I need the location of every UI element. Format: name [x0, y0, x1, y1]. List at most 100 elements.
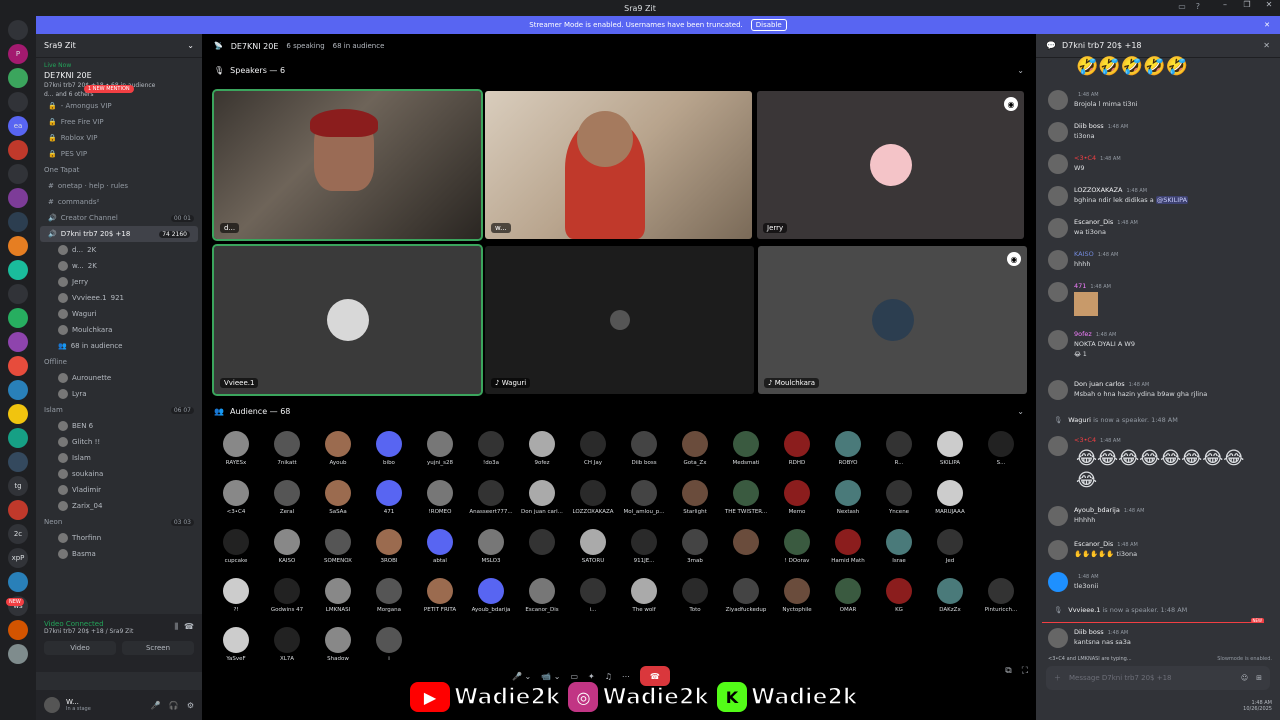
audience-member[interactable]: [722, 529, 770, 558]
audience-member[interactable]: Starlight: [671, 480, 719, 515]
audience-member[interactable]: 9ofez: [518, 431, 566, 466]
audience-member[interactable]: Jed: [926, 529, 974, 564]
voice-user[interactable]: Islam: [36, 450, 202, 466]
speaker-tile[interactable]: ◉ ♪ Moulchkara: [758, 246, 1027, 394]
audience-member[interactable]: Pinturicch...: [977, 578, 1025, 613]
audience-member[interactable]: Escanor_Dis: [518, 578, 566, 613]
server-icon[interactable]: [8, 68, 28, 88]
audience-member[interactable]: KAISO: [263, 529, 311, 564]
audience-member[interactable]: S...: [977, 431, 1025, 466]
audience-member[interactable]: [518, 529, 566, 558]
audience-member[interactable]: Gota_Zx: [671, 431, 719, 466]
fullscreen-icon[interactable]: ⛶: [1022, 666, 1028, 676]
audience-member[interactable]: SKILIPA: [926, 431, 974, 466]
speaker-tile[interactable]: ♪ Waguri: [485, 246, 754, 394]
server-icon[interactable]: [8, 284, 28, 304]
voice-user[interactable]: Basma: [36, 546, 202, 562]
close-icon[interactable]: ✕: [1263, 41, 1270, 50]
channel-item[interactable]: 🔒 PES VIP: [36, 146, 202, 162]
emoji-icon[interactable]: ☺: [1241, 674, 1248, 682]
disconnect-icon[interactable]: ☎: [184, 622, 194, 632]
audience-member[interactable]: Nextash: [824, 480, 872, 515]
voice-user[interactable]: Vvvieee.1 921: [36, 290, 202, 306]
avatar[interactable]: [1048, 218, 1068, 238]
voice-user[interactable]: BEN 6: [36, 418, 202, 434]
voice-user[interactable]: Thorfinn: [36, 530, 202, 546]
audience-member[interactable]: SOMENOX: [314, 529, 362, 564]
avatar[interactable]: [44, 697, 60, 713]
active-stage-channel[interactable]: 🔊 D7kni trb7 20$ +18 74 2160: [40, 226, 198, 242]
server-icon[interactable]: [8, 260, 28, 280]
audience-member[interactable]: The wolf: [620, 578, 668, 613]
audience-member[interactable]: abtal: [416, 529, 464, 564]
audience-member[interactable]: Ziyadfuckedup: [722, 578, 770, 613]
server-icon[interactable]: [8, 404, 28, 424]
voice-user[interactable]: Waguri: [36, 306, 202, 322]
audience-member[interactable]: OMAR: [824, 578, 872, 613]
category-offline[interactable]: Offline: [36, 354, 202, 370]
voice-user[interactable]: Moulchkara: [36, 322, 202, 338]
sticker-image[interactable]: [1074, 292, 1098, 316]
apps-icon[interactable]: ⊞: [1256, 674, 1262, 682]
screen-button[interactable]: Screen: [122, 641, 194, 655]
voice-user[interactable]: Aurounette: [36, 370, 202, 386]
server-icon[interactable]: [8, 20, 28, 40]
server-icon[interactable]: 2c: [8, 524, 28, 544]
audience-member[interactable]: Israe: [875, 529, 923, 564]
audience-member[interactable]: DAKzZx: [926, 578, 974, 613]
add-attachment-icon[interactable]: ＋: [1054, 673, 1061, 683]
voice-user[interactable]: Jerry: [36, 274, 202, 290]
voice-user[interactable]: Zarix_04: [36, 498, 202, 514]
audience-member[interactable]: XL7A: [263, 627, 311, 662]
audience-member[interactable]: 3ROBI: [365, 529, 413, 564]
audience-member[interactable]: Toto: [671, 578, 719, 613]
audience-member[interactable]: Shadow: [314, 627, 362, 662]
audience-member[interactable]: 7nikatt: [263, 431, 311, 466]
channel-item[interactable]: 🔒 - Amongus VIP: [36, 98, 202, 114]
avatar[interactable]: [1048, 380, 1068, 400]
server-icon[interactable]: [8, 428, 28, 448]
avatar[interactable]: [1048, 540, 1068, 560]
server-icon[interactable]: [8, 644, 28, 664]
audience-member[interactable]: LOZZOXAKAZA: [569, 480, 617, 515]
avatar[interactable]: [1048, 122, 1068, 142]
audience-member[interactable]: KG: [875, 578, 923, 613]
headphones-icon[interactable]: 🎧: [169, 701, 179, 710]
avatar[interactable]: [1048, 250, 1068, 270]
voice-user[interactable]: Vladimir: [36, 482, 202, 498]
avatar[interactable]: [1048, 330, 1068, 350]
audience-member[interactable]: 471: [365, 480, 413, 515]
audience-member[interactable]: Ayoub_bdarija: [467, 578, 515, 613]
audience-header[interactable]: 👥 Audience — 68 ⌄: [202, 399, 1036, 423]
audience-member[interactable]: yujni_s28: [416, 431, 464, 466]
server-icon[interactable]: [8, 500, 28, 520]
maximize-button[interactable]: ❐: [1236, 0, 1258, 9]
audience-member[interactable]: Ayoub: [314, 431, 362, 466]
disable-streamer-button[interactable]: Disable: [750, 19, 787, 31]
server-header[interactable]: Sra9 Zit ⌄: [36, 34, 202, 58]
video-button[interactable]: Video: [44, 641, 116, 655]
speaker-tile[interactable]: d...: [212, 89, 483, 241]
server-icon[interactable]: [8, 140, 28, 160]
server-icon[interactable]: [8, 620, 28, 640]
audience-member[interactable]: cupcake: [212, 529, 260, 564]
audience-member[interactable]: THE TWISTER...: [722, 480, 770, 515]
audience-member[interactable]: Mol_amlou_p...: [620, 480, 668, 515]
audience-member[interactable]: ?!: [212, 578, 260, 613]
channel-item[interactable]: 🔒 Roblox VIP: [36, 130, 202, 146]
voice-user[interactable]: Lyra: [36, 386, 202, 402]
audience-member[interactable]: CH Jay: [569, 431, 617, 466]
audience-member[interactable]: Memo: [773, 480, 821, 515]
voice-user[interactable]: soukaina: [36, 466, 202, 482]
audience-member[interactable]: i: [365, 627, 413, 662]
new-mention-badge[interactable]: 1 NEW MENTION: [84, 85, 134, 93]
server-icon[interactable]: xpP: [8, 548, 28, 568]
speaker-tile[interactable]: Vvieee.1: [212, 244, 483, 396]
server-icon[interactable]: tg: [8, 476, 28, 496]
inbox-icon[interactable]: ▭: [1178, 2, 1186, 11]
voice-user[interactable]: w... 2K: [36, 258, 202, 274]
category-onetap[interactable]: One Tapat: [36, 162, 202, 178]
avatar[interactable]: [1048, 186, 1068, 206]
banner-close-icon[interactable]: ✕: [1264, 21, 1270, 29]
server-icon[interactable]: [8, 332, 28, 352]
